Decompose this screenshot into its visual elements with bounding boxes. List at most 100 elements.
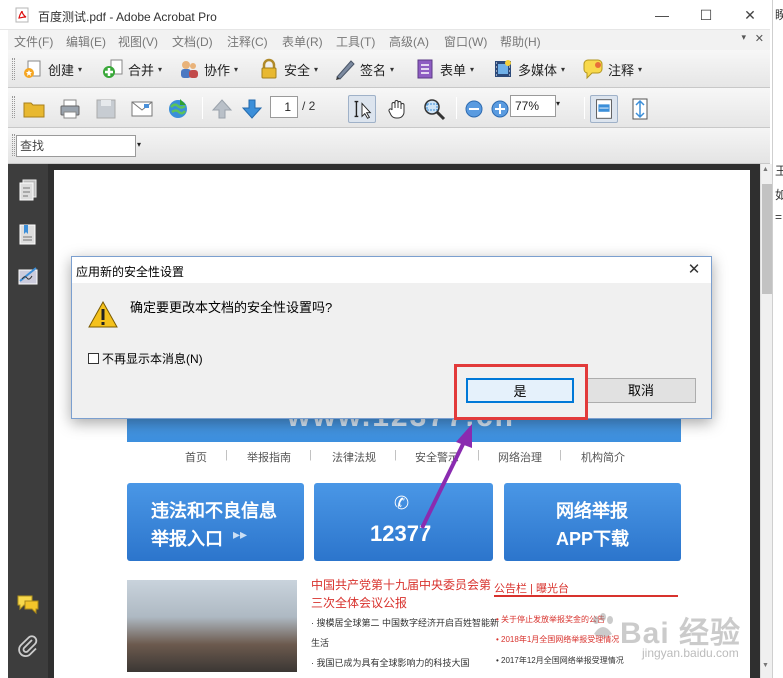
nav-separator: |	[394, 449, 397, 461]
secure-button[interactable]: 安全 ▾	[258, 56, 318, 82]
page-count: / 2	[302, 99, 316, 113]
secure-label: 安全	[284, 62, 311, 78]
news-item[interactable]: · 搜模居全球第二 中国数字经济开启百姓智能新	[311, 616, 499, 629]
scroll-up-icon[interactable]: ▲	[762, 166, 769, 173]
app-download-line1: 网络举报	[556, 501, 628, 521]
news-item[interactable]: · 我国已成为具有全球影响力的科技大国	[311, 656, 470, 669]
sign-button[interactable]: 签名 ▾	[334, 56, 394, 82]
dont-show-checkbox[interactable]: 不再显示本消息(N)	[88, 350, 203, 367]
combine-button[interactable]: 合并 ▾	[102, 56, 162, 82]
zoom-in-icon[interactable]	[490, 99, 510, 119]
report-entry-line2: 举报入口	[151, 529, 223, 549]
nav-link-guide[interactable]: 举报指南	[247, 449, 291, 465]
nav-link-home[interactable]: 首页	[185, 449, 207, 465]
menu-document[interactable]: 文档(D)	[172, 33, 213, 50]
web-share-icon[interactable]	[166, 97, 190, 121]
toolbar-grip[interactable]	[12, 96, 15, 118]
close-document-icon[interactable]: ✕	[755, 32, 764, 45]
pages-icon[interactable]	[16, 178, 40, 202]
open-folder-icon[interactable]	[22, 97, 46, 121]
dialog-title-bar: 应用新的安全性设置 ✕	[72, 257, 711, 283]
menu-window[interactable]: 窗口(W)	[444, 33, 487, 50]
menu-forms[interactable]: 表单(R)	[282, 33, 323, 50]
dialog-close-button[interactable]: ✕	[685, 261, 703, 279]
forms-button[interactable]: 表单 ▾	[414, 56, 474, 82]
news-headline-line2[interactable]: 三次全体会议公报	[311, 594, 407, 611]
previous-page-icon[interactable]	[210, 97, 234, 121]
bulletin-heading[interactable]: 公告栏 | 曝光台	[494, 580, 569, 596]
forms-caret-icon: ▾	[470, 64, 475, 74]
menu-edit[interactable]: 编辑(E)	[66, 33, 106, 50]
toolbar-separator	[584, 97, 585, 119]
app-download-button[interactable]: 网络举报 APP下载	[504, 483, 681, 561]
zoom-tool-icon[interactable]	[422, 97, 446, 121]
form-icon	[417, 59, 433, 79]
bookmarks-icon[interactable]	[16, 222, 40, 246]
toolbar-grip[interactable]	[12, 134, 15, 156]
close-window-button[interactable]: ✕	[728, 2, 772, 28]
create-label: 创建	[48, 62, 75, 78]
create-button[interactable]: 创建 ▾	[22, 56, 82, 82]
checkbox-box[interactable]	[88, 353, 99, 364]
next-page-icon[interactable]	[240, 97, 264, 121]
collaborate-button[interactable]: 协作 ▾	[178, 56, 238, 82]
warning-icon	[88, 301, 118, 328]
signatures-icon[interactable]	[16, 264, 40, 288]
comment-button[interactable]: 注释 ▾	[582, 56, 642, 82]
toolbar-separator	[202, 97, 203, 119]
maximize-button[interactable]: ☐	[684, 2, 728, 28]
comments-panel-icon[interactable]	[16, 592, 40, 616]
scrollbar-thumb[interactable]	[762, 184, 772, 294]
page-number-input[interactable]: 1	[270, 96, 298, 118]
toolbar-grip[interactable]	[12, 58, 15, 80]
nav-link-governance[interactable]: 网络治理	[498, 449, 542, 465]
report-entry-button[interactable]: 违法和不良信息 举报入口 ▸▸	[127, 483, 304, 561]
collaborate-icon	[181, 61, 198, 78]
cancel-button[interactable]: 取消	[586, 378, 696, 403]
save-icon[interactable]	[94, 97, 118, 121]
menu-help[interactable]: 帮助(H)	[500, 33, 541, 50]
minimize-button[interactable]: —	[640, 2, 684, 28]
news-headline-line1[interactable]: 中国共产党第十九届中央委员会第	[311, 576, 491, 593]
comment-label: 注释	[608, 62, 635, 78]
menu-tools[interactable]: 工具(T)	[336, 33, 375, 50]
secure-caret-icon: ▾	[314, 64, 319, 74]
lock-icon	[261, 58, 277, 79]
scroll-down-icon[interactable]: ▼	[762, 662, 769, 669]
email-icon[interactable]	[130, 97, 154, 121]
multimedia-button[interactable]: 多媒体 ▾	[492, 56, 565, 82]
find-dropdown-icon[interactable]: ▾	[137, 140, 141, 149]
report-entry-line1: 违法和不良信息	[151, 501, 277, 521]
background-text: 王	[775, 162, 783, 179]
baidu-jingyan-watermark: Bai 经验 jingyan.baidu.com	[578, 606, 758, 666]
menu-view[interactable]: 视图(V)	[118, 33, 158, 50]
background-text: =	[775, 210, 783, 224]
news-photo[interactable]	[127, 580, 297, 672]
menu-dropdown-icon[interactable]: ▾	[741, 32, 746, 43]
fit-page-icon[interactable]	[628, 97, 652, 121]
print-icon[interactable]	[58, 97, 82, 121]
menu-file[interactable]: 文件(F)	[14, 33, 53, 50]
menu-advanced[interactable]: 高级(A)	[389, 33, 429, 50]
menu-comments[interactable]: 注释(C)	[227, 33, 268, 50]
fit-width-icon[interactable]	[590, 95, 618, 123]
window-title: 百度测试.pdf - Adobe Acrobat Pro	[38, 10, 217, 24]
security-settings-dialog: 应用新的安全性设置 ✕ 确定要更改本文档的安全性设置吗? 不再显示本消息(N) …	[71, 256, 712, 419]
pdf-file-icon	[15, 7, 29, 23]
file-navigation-toolbar	[8, 88, 770, 128]
combine-files-icon	[103, 59, 123, 78]
select-tool-icon[interactable]	[348, 95, 376, 123]
collaborate-caret-icon: ▾	[234, 64, 239, 74]
find-input[interactable]: 查找	[16, 135, 136, 157]
multimedia-caret-icon: ▾	[561, 64, 566, 74]
attachments-icon[interactable]	[16, 634, 40, 658]
zoom-level-input[interactable]: 77%	[510, 95, 556, 117]
zoom-dropdown-icon[interactable]: ▾	[556, 99, 560, 108]
nav-link-laws[interactable]: 法律法规	[332, 449, 376, 465]
pointer-arrow-annotation	[420, 424, 472, 529]
news-item-continued[interactable]: 生活	[311, 636, 329, 649]
hand-tool-icon[interactable]	[386, 97, 410, 121]
zoom-out-icon[interactable]	[464, 99, 484, 119]
nav-separator: |	[225, 449, 228, 461]
nav-link-about[interactable]: 机构简介	[581, 449, 625, 465]
